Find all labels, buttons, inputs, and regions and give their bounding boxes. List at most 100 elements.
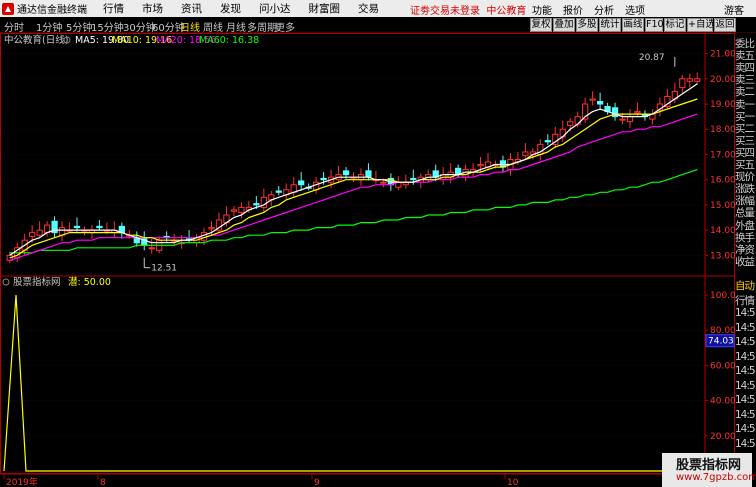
candle-body	[619, 118, 626, 121]
x-tick-label: 10	[507, 478, 519, 487]
period-15min[interactable]: 15分钟	[91, 19, 124, 34]
indicator-grid: 100.080.0060.0040.0020.000.0074.03	[2, 291, 735, 477]
candle-body	[522, 151, 529, 157]
tool-add-watchlist-button[interactable]: +自选	[687, 18, 715, 32]
menu-options[interactable]: 选项	[625, 2, 645, 17]
candle-body	[230, 209, 238, 212]
price-tick-label: 14.00	[710, 226, 735, 236]
candle-body	[365, 170, 372, 178]
tick-time-row[interactable]: 14:5	[735, 365, 756, 377]
indicator-line	[3, 294, 705, 472]
menu-item-quotes[interactable]: 行情	[103, 1, 124, 16]
tick-time-row[interactable]: 14:5	[735, 394, 756, 406]
tick-time-row[interactable]: 14:5	[735, 351, 756, 363]
candle-body	[96, 225, 103, 229]
period-weekly[interactable]: 周线	[203, 19, 223, 34]
tool-draw-button[interactable]: 画线	[622, 18, 644, 32]
candle-body	[679, 78, 686, 89]
period-tick[interactable]: 分时	[4, 19, 24, 34]
watermark-logo: 股票指标网 www.7gpzb.com	[662, 453, 756, 487]
menu-analysis[interactable]: 分析	[594, 2, 614, 17]
tool-f10-button[interactable]: F10	[645, 18, 664, 32]
user-label[interactable]: 游客	[724, 2, 744, 17]
tick-time-row[interactable]: 14:5	[735, 336, 756, 348]
tool-stats-button[interactable]: 统计	[599, 18, 621, 32]
indicator-tick-label: 20.00	[710, 432, 735, 442]
menu-item-market[interactable]: 市场	[142, 1, 163, 16]
price-tick-label: 18.00	[710, 125, 735, 135]
menu-item-wealth[interactable]: 財富圈	[309, 1, 341, 16]
side-panel-tab[interactable]: 行情	[735, 293, 756, 308]
current-stock-name: 中公教育	[486, 6, 527, 17]
indicator-tick-label: 40.00	[710, 397, 735, 407]
price-tick-label: 20.00	[710, 75, 735, 85]
period-more[interactable]: 更多	[275, 19, 295, 34]
price-tick-label: 21.00	[710, 50, 735, 60]
menu-function[interactable]: 功能	[532, 2, 552, 17]
tool-multi-stock-button[interactable]: 多股	[576, 18, 598, 32]
candle-body	[686, 78, 693, 82]
candle-body	[253, 203, 260, 206]
side-panel-row[interactable]: 收益	[735, 254, 756, 269]
candle-body	[596, 100, 604, 105]
candle-body	[29, 232, 36, 237]
login-notice[interactable]: 证劵交易未登录 中公教育	[410, 2, 526, 17]
menu-item-trade[interactable]: 交易	[358, 1, 379, 16]
price-tick-label: 19.00	[710, 100, 735, 110]
low-annotation-label: 12.51	[151, 264, 177, 274]
indicator-tick-label: 60.00	[710, 361, 735, 371]
period-1min[interactable]: 1分钟	[36, 19, 62, 34]
period-5min[interactable]: 5分钟	[66, 19, 92, 34]
candle-body	[589, 98, 596, 101]
tick-time-row[interactable]: 14:5	[735, 423, 756, 435]
period-daily[interactable]: 日线	[180, 19, 200, 34]
price-tick-label: 13.00	[710, 251, 735, 261]
candle-body	[567, 121, 574, 126]
candle-body	[148, 247, 155, 250]
tick-time-row[interactable]: 14:5	[735, 307, 756, 319]
x-tick-label: 9	[314, 478, 320, 487]
date-axis: 2019年 8 9 10	[0, 473, 735, 487]
candle-body	[275, 190, 282, 193]
candle-body	[410, 177, 417, 181]
quote-side-panel: 委比 卖五 卖四 卖三 卖二 卖一 买一 买二 买三 买四 买五 现价 涨跌 涨幅 总量 外盘 换手 净资 收益 自动…	[735, 34, 756, 487]
tick-time-row[interactable]: 14:5	[735, 438, 756, 450]
candle-body	[544, 140, 551, 143]
candle-body	[208, 227, 215, 230]
menu-item-news[interactable]: 资讯	[181, 1, 202, 16]
menu-quote[interactable]: 报价	[563, 2, 583, 17]
side-panel-tab[interactable]: 自动	[735, 278, 756, 293]
kline-chart[interactable]: 21.00 20.00 19.00 18.00 17.00 16.00 15.00 14.00…	[0, 33, 735, 487]
watermark-title: 股票指标网	[676, 458, 742, 473]
candle-body	[238, 206, 245, 213]
tick-time-row[interactable]: 14:5	[735, 322, 756, 334]
chart-frame	[0, 33, 735, 474]
price-tick-label: 16.00	[710, 176, 735, 186]
high-annotation-label: 20.87	[639, 53, 665, 63]
candle-body	[626, 116, 634, 123]
outer-frame	[0, 33, 735, 474]
candlesticks	[6, 72, 701, 264]
tool-adjust-button[interactable]: 复权	[530, 18, 552, 32]
indicator-tick-label: 100.0	[710, 291, 735, 301]
period-toolbar: 分时 1分钟 5分钟 15分钟 30分钟 60分钟 日线 周线 月线 多周期 更…	[0, 17, 756, 34]
indicator-current-value: 74.03	[708, 337, 734, 347]
tool-back-button[interactable]: 返回	[714, 18, 736, 32]
menu-item-ask[interactable]: 问小达	[259, 1, 291, 16]
period-multi[interactable]: 多周期	[247, 19, 277, 34]
tick-time-row[interactable]: 14:5	[735, 380, 756, 392]
menu-item-discover[interactable]: 发现	[220, 1, 241, 16]
tick-time-row[interactable]: 14:5	[735, 409, 756, 421]
app-name: 通达信金融终端	[17, 5, 87, 16]
period-monthly[interactable]: 月线	[226, 19, 246, 34]
period-30min[interactable]: 30分钟	[123, 19, 156, 34]
indicator-settings-icon[interactable]	[2, 278, 10, 286]
price-tick-label: 15.00	[710, 201, 735, 211]
candle-body	[380, 181, 387, 184]
tool-mark-button[interactable]: 标记	[664, 18, 686, 32]
candle-body	[694, 78, 701, 82]
moving-average-lines	[9, 83, 698, 261]
candle-body	[320, 177, 327, 181]
candle-body	[36, 229, 43, 236]
tool-overlay-button[interactable]: 叠加	[553, 18, 575, 32]
